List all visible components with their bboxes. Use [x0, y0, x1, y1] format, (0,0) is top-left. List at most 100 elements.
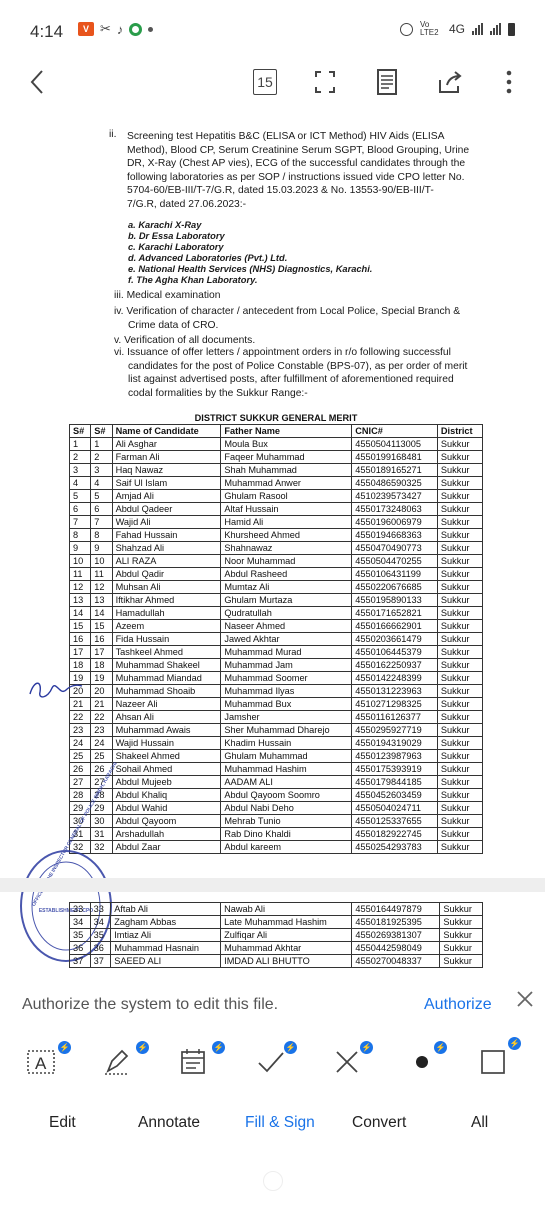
candidate-name-cell: Hamadullah — [111, 606, 222, 621]
district-cell: Sukkur — [436, 697, 484, 712]
candidate-name-cell: Sohail Ahmed — [111, 762, 222, 777]
serial-cell: 3 — [68, 463, 92, 478]
serial-cell: 31 — [90, 827, 113, 842]
calendar-tool[interactable]: ⚡ — [176, 1027, 225, 1087]
item-ii-line: 5704-60/EB-III/T-7/G.R, dated 15.03.2023… — [127, 185, 434, 197]
serial-cell: 17 — [68, 645, 92, 660]
table-row: 7 7 Wajid Ali Hamid Ali 4550196006979 Sukkur — [68, 515, 484, 530]
chrome-icon — [129, 22, 143, 36]
table-row: 37 37 SAEED ALI IMDAD ALI BHUTTO 45502700483… — [69, 954, 483, 968]
document-viewer[interactable]: ii. Screening test Hepatitis B&C (ELISA … — [0, 108, 545, 1088]
father-name-cell: Naseer Ahmed — [220, 619, 353, 634]
reading-mode-button[interactable] — [374, 67, 400, 97]
father-name-cell: Abdul Rasheed — [220, 567, 353, 582]
candidate-name-cell: Wajid Ali — [111, 515, 222, 530]
column-header: S# — [68, 424, 92, 439]
cnic-cell: 4550196006979 — [351, 515, 438, 530]
text-box-tool[interactable]: A ⚡ — [22, 1027, 71, 1087]
home-indicator[interactable] — [263, 1171, 283, 1191]
lab-item: f. The Agha Khan Laboratory. — [128, 275, 258, 285]
item-ii-number: ii. — [109, 129, 117, 140]
more-options-button[interactable] — [502, 67, 516, 97]
column-header: Name of Candidate — [111, 424, 222, 439]
table-row: 8 8 Fahad Hussain Khursheed Ahmed 4550194668… — [68, 528, 484, 543]
convert-tab[interactable]: Convert — [352, 1114, 406, 1132]
status-time: 4:14 — [30, 22, 64, 41]
father-name-cell: Altaf Hussain — [220, 502, 353, 517]
lab-item: d. Advanced Laboratories (Pvt.) Ltd. — [128, 253, 288, 263]
cnic-cell: 4550254293783 — [351, 840, 438, 855]
back-arrow-icon — [30, 70, 43, 94]
table-row: 4 4 Saif Ul Islam Muhammad Anwer 45504865903… — [68, 476, 484, 491]
cnic-cell: 4550194319029 — [351, 736, 438, 751]
cnic-cell: 4550442598049 — [351, 941, 441, 955]
checkmark-tool[interactable]: ⚡ — [254, 1027, 302, 1087]
lab-item: b. Dr Essa Laboratory — [128, 231, 225, 241]
candidate-name-cell: Muhammad Miandad — [111, 671, 222, 686]
serial-cell: 5 — [90, 489, 113, 504]
item-iv-line: Crime data of CRO. — [128, 319, 219, 331]
cross-badge-icon: ⚡ — [360, 1041, 373, 1054]
candidate-name-cell: Muhammad Awais — [111, 723, 222, 738]
cnic-cell: 4550199168481 — [351, 450, 438, 465]
page-number-button[interactable]: 15 — [253, 69, 277, 95]
signal-icon — [472, 23, 483, 35]
page-number: 15 — [257, 74, 273, 90]
district-cell: Sukkur — [436, 541, 484, 556]
table-row: 1 1 Ali Asghar Moula Bux 4550504113005 Sukkur — [68, 437, 484, 452]
cross-tool[interactable]: ⚡ — [330, 1027, 378, 1087]
candidate-name-cell: Fahad Hussain — [111, 528, 222, 543]
candidate-name-cell: Abdul Khaliq — [111, 788, 222, 803]
table-row: 27 27 Abdul Mujeeb AADAM ALI 4550179844185 Su… — [68, 775, 484, 790]
cnic-cell: 4550270048337 — [351, 954, 441, 968]
district-cell: Sukkur — [436, 749, 484, 764]
close-authorize-button[interactable] — [515, 989, 535, 1009]
district-cell: Sukkur — [436, 762, 484, 777]
table-row: 17 17 Tashkeel Ahmed Muhammad Murad 45501064… — [68, 645, 484, 660]
fill-sign-tab[interactable]: Fill & Sign — [245, 1114, 315, 1132]
lab-item: a. Karachi X-Ray — [128, 220, 202, 230]
share-button[interactable] — [436, 67, 464, 97]
table-row: 19 19 Muhammad Miandad Muhammad Soomer 45501… — [68, 671, 484, 686]
table-row: 20 20 Muhammad Shoaib Muhammad Ilyas 4550131… — [68, 684, 484, 699]
annotate-tab[interactable]: Annotate — [138, 1114, 200, 1132]
app-notification-icon: V — [78, 22, 94, 36]
serial-cell: 37 — [89, 954, 112, 968]
item-ii-text: Screening test Hepatitis B&C (ELISA or I… — [127, 130, 487, 212]
table-row: 6 6 Abdul Qadeer Altaf Hussain 4550173248063… — [68, 502, 484, 517]
table-row: 25 25 Shakeel Ahmed Ghulam Muhammad 45501239… — [68, 749, 484, 764]
pen-tool[interactable]: ⚡ — [100, 1027, 149, 1087]
annotate-badge-icon: ⚡ — [136, 1041, 149, 1054]
serial-cell: 33 — [89, 902, 112, 916]
back-button[interactable] — [22, 67, 52, 97]
dot-badge-icon: ⚡ — [434, 1041, 447, 1054]
candidate-name-cell: Abdul Qadir — [111, 567, 222, 582]
cnic-cell: 4550189165271 — [351, 463, 438, 478]
all-tab[interactable]: All — [471, 1114, 488, 1132]
table-row: 2 2 Farman Ali Faqeer Muhammad 4550199168481… — [68, 450, 484, 465]
cnic-cell: 4550131223963 — [351, 684, 438, 699]
serial-cell: 15 — [68, 619, 92, 634]
serial-cell: 24 — [68, 736, 92, 751]
cnic-cell: 4550116126377 — [351, 710, 438, 725]
bottom-toolbar: A ⚡ ⚡ ⚡ ⚡ ⚡ ⚡ ⚡ Edit Annotate Fill & Sig… — [0, 1027, 545, 1191]
rectangle-tool[interactable]: ⚡ — [476, 1027, 524, 1087]
table-row: 35 35 Imtiaz Ali Zulfiqar Ali 4550269381307 S… — [69, 928, 483, 942]
dot-tool[interactable]: ⚡ — [406, 1027, 454, 1087]
candidate-name-cell: Muhammad Hasnain — [110, 941, 222, 955]
serial-cell: 16 — [90, 632, 113, 647]
district-cell: Sukkur — [439, 928, 483, 942]
serial-cell: 30 — [90, 814, 113, 829]
table-row: 22 22 Ahsan Ali Jamsher 4550116126377 Sukkur — [68, 710, 484, 725]
fullscreen-button[interactable] — [312, 67, 338, 97]
serial-cell: 3 — [90, 463, 113, 478]
father-name-cell: Zulfiqar Ali — [220, 928, 353, 942]
cnic-cell: 4550504024711 — [351, 801, 438, 816]
serial-cell: 9 — [90, 541, 113, 556]
network-label: Vo LTE2 — [419, 20, 439, 37]
more-vertical-icon — [506, 70, 512, 94]
cnic-cell: 4550125337655 — [351, 814, 438, 829]
table-row: 13 13 Iftikhar Ahmed Ghulam Murtaza 45501958… — [68, 593, 484, 608]
edit-tab[interactable]: Edit — [49, 1114, 76, 1132]
authorize-button[interactable]: Authorize — [424, 996, 492, 1014]
